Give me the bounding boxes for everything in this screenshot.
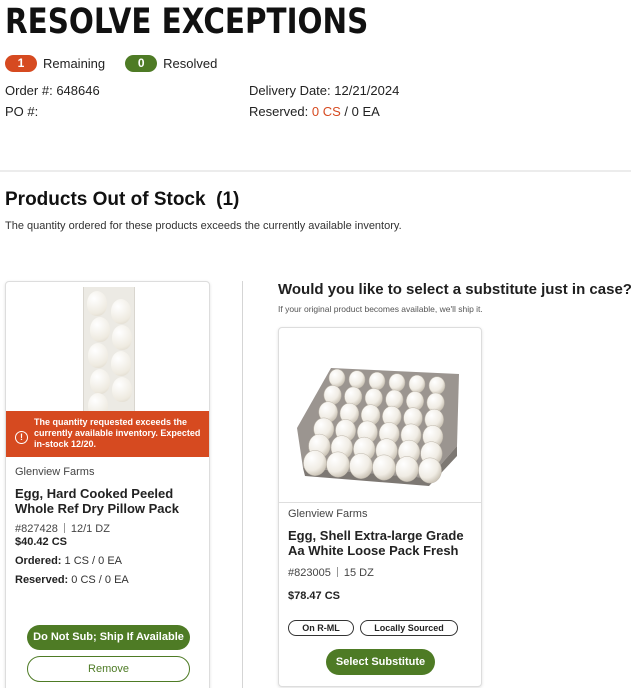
reserved-separator: / — [340, 104, 352, 119]
column-divider — [242, 281, 243, 688]
select-substitute-button[interactable]: Select Substitute — [326, 649, 435, 675]
ordered-label: Ordered: — [15, 555, 62, 567]
delivery-date: Delivery Date: 12/21/2024 — [249, 83, 399, 98]
alert-icon: ! — [15, 431, 28, 444]
product-sku-pack: #827428 12/1 DZ — [15, 523, 110, 535]
out-of-stock-card: The quantity requested exceeds the curre… — [5, 281, 210, 688]
substitute-sku-pack: #823005 15 DZ — [288, 567, 374, 579]
product-name: Egg, Hard Cooked Peeled Whole Ref Dry Pi… — [15, 486, 179, 516]
exception-counts: 1 Remaining 0 Resolved — [5, 55, 237, 72]
substitute-card: Glenview Farms Egg, Shell Extra-large Gr… — [278, 327, 482, 687]
reserved-cs: 0 CS — [311, 104, 341, 119]
reserved-label: Reserved: — [249, 104, 309, 119]
stock-warning-text: The quantity requested exceeds the curre… — [34, 417, 201, 449]
tag-on-rml: On R-ML — [288, 620, 354, 636]
reserved-quantity: Reserved: 0 CS / 0 EA — [15, 574, 129, 586]
remove-button[interactable]: Remove — [27, 656, 190, 682]
reserved-ea: 0 EA — [351, 104, 380, 119]
substitute-sku: #823005 — [288, 567, 331, 579]
substitute-product-image — [279, 328, 481, 503]
po-number-label: PO #: — [5, 104, 39, 119]
product-price: $40.42 CS — [15, 536, 67, 548]
substitute-vendor: Glenview Farms — [288, 508, 368, 520]
section-title: Products Out of Stock (1) — [5, 189, 240, 210]
product-pack: 12/1 DZ — [70, 523, 110, 535]
remaining-label: Remaining — [43, 56, 106, 71]
tag-locally-sourced: Locally Sourced — [360, 620, 458, 636]
substitute-heading: Would you like to select a substitute ju… — [278, 281, 631, 298]
po-number: PO #: — [5, 104, 38, 119]
substitute-price: $78.47 CS — [288, 590, 340, 602]
do-not-sub-button[interactable]: Do Not Sub; Ship If Available — [27, 625, 190, 650]
substitute-description: If your original product becomes availab… — [278, 304, 483, 314]
order-number-value: 648646 — [56, 83, 100, 98]
resolved-label: Resolved — [163, 56, 218, 71]
product-sku: #827428 — [15, 523, 58, 535]
section-description: The quantity ordered for these products … — [5, 220, 402, 232]
order-header: RESOLVE EXCEPTIONS 1 Remaining 0 Resolve… — [0, 0, 631, 172]
remaining-count-badge: 1 — [5, 55, 37, 72]
item-reserved-label: Reserved: — [15, 574, 69, 586]
product-image — [6, 282, 209, 418]
reserved-summary: Reserved: 0 CS / 0 EA — [249, 104, 380, 119]
ordered-quantity: Ordered: 1 CS / 0 EA — [15, 555, 122, 567]
product-vendor: Glenview Farms — [15, 466, 95, 478]
ordered-value: 1 CS / 0 EA — [64, 555, 123, 567]
page-title: RESOLVE EXCEPTIONS — [5, 2, 369, 42]
delivery-date-label: Delivery Date: — [249, 83, 331, 98]
delivery-date-value: 12/21/2024 — [334, 83, 400, 98]
substitute-pack: 15 DZ — [343, 567, 374, 579]
egg-pack-image — [83, 287, 135, 418]
resolved-count-badge: 0 — [125, 55, 158, 72]
stock-warning-banner: The quantity requested exceeds the curre… — [6, 411, 209, 457]
item-reserved-value: 0 CS / 0 EA — [71, 574, 129, 586]
egg-tray-image — [297, 368, 459, 486]
order-number: Order #: 648646 — [5, 83, 100, 98]
substitute-name: Egg, Shell Extra-large Grade Aa White Lo… — [288, 528, 464, 558]
order-number-label: Order #: — [5, 83, 53, 98]
